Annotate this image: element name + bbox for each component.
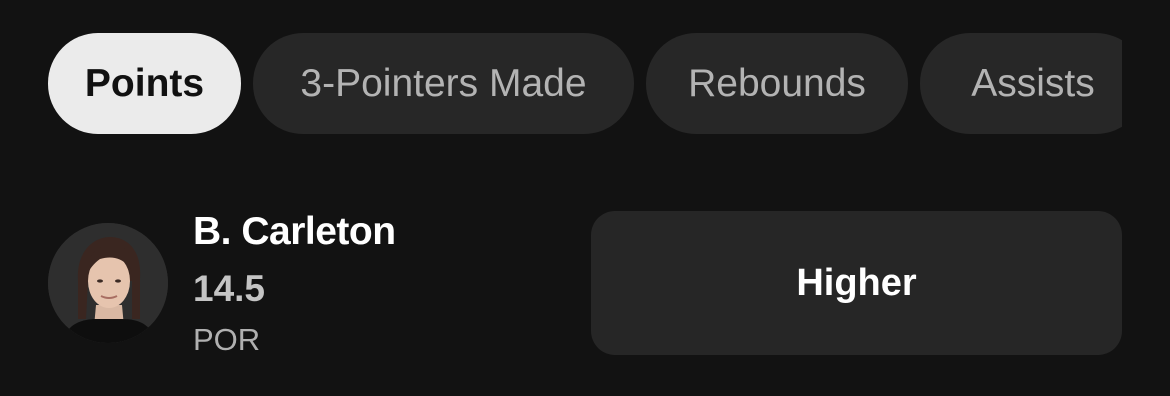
higher-button[interactable]: Higher <box>591 211 1122 355</box>
player-name: B. Carleton <box>193 210 396 253</box>
player-avatar <box>48 223 168 343</box>
tab-3-pointers-made[interactable]: 3-Pointers Made <box>253 33 634 134</box>
tab-points[interactable]: Points <box>48 33 241 134</box>
tab-rebounds[interactable]: Rebounds <box>646 33 908 134</box>
projection-line: 14.5 <box>193 268 266 309</box>
tab-assists[interactable]: Assists <box>920 33 1122 134</box>
stat-category-tabs: Points 3-Pointers Made Rebounds Assists <box>48 33 1122 134</box>
team-abbreviation: POR <box>193 322 261 357</box>
prop-picker-screen: Points 3-Pointers Made Rebounds Assists … <box>0 0 1170 396</box>
